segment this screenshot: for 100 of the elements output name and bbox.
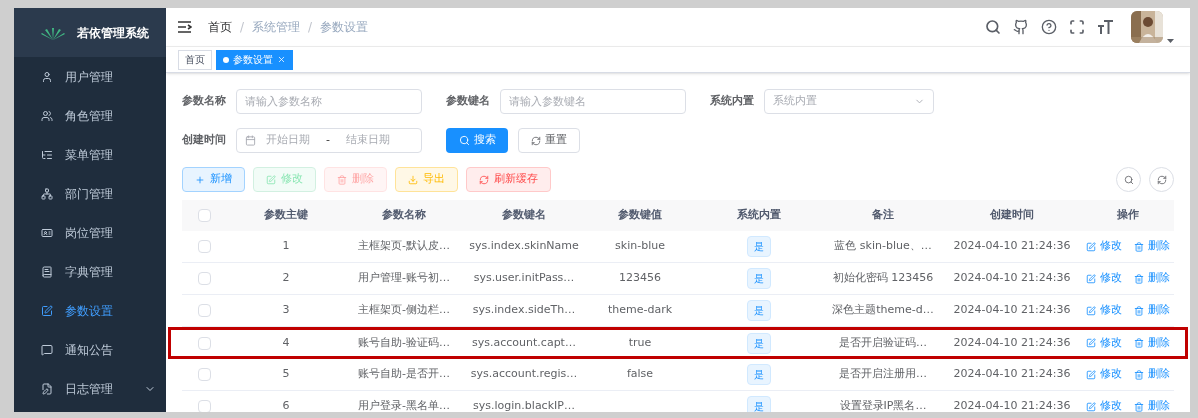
table-cell-text: 2024-04-10 21:24:36 [953,334,1071,351]
column-header: 备注 [872,207,894,224]
sidebar-item[interactable]: 参数设置 [14,291,166,330]
refresh-cache-button[interactable]: 刷新缓存 [466,167,551,192]
table-cell: 2024-04-10 21:24:36 [953,366,1071,383]
page-tab[interactable]: 参数设置 [216,49,293,70]
delete-link[interactable]: 删除 [1134,238,1170,255]
search-icon[interactable] [985,19,1001,35]
edit-link[interactable]: 修改 [1086,270,1122,287]
help-icon[interactable] [1041,19,1057,35]
table-cell: sys.index.sideTh… [472,302,576,319]
table-cell: sys.user.initPass… [473,270,575,287]
table-cell: sys.index.skinName [469,238,579,255]
column-header: 参数键名 [502,207,546,224]
trash-icon [1134,401,1144,412]
book-icon [41,265,53,278]
edit-icon [1086,401,1096,412]
breadcrumb-item: 参数设置 [320,19,369,36]
sidebar-item[interactable]: 角色管理 [14,96,166,135]
edit-link[interactable]: 修改 [1086,238,1122,255]
table-cell-text: 是否开启验证码… [839,334,927,351]
trash-icon [1134,273,1144,284]
search-icon [458,135,470,146]
table-cell: 1 [282,238,290,255]
builtin-tag: 是 [747,364,771,385]
table-cell: 5 [282,366,290,383]
sidebar-item[interactable]: 岗位管理 [14,213,166,252]
breadcrumb-item: 系统管理 [252,19,301,36]
font-size-icon[interactable] [1097,20,1113,34]
column-header: 参数键值 [618,207,662,224]
refresh-icon [1156,174,1167,185]
plus-icon [195,174,205,185]
date-range-field[interactable]: 开始日期 - 结束日期 [236,128,422,153]
breadcrumb-item[interactable]: 首页 [208,18,232,36]
reset-button[interactable]: 重置 [518,128,580,153]
column-header: 参数名称 [382,207,426,224]
sidebar-item[interactable]: 字典管理 [14,252,166,291]
row-checkbox[interactable] [197,400,211,412]
row-checkbox[interactable] [197,272,211,285]
menu-icon[interactable] [178,21,192,33]
sidebar-item[interactable]: 日志管理 [14,369,166,408]
row-checkbox[interactable] [197,336,211,350]
builtin-tag: 是 [747,300,771,321]
page-tab[interactable]: 首页 [178,49,212,70]
edit-icon [41,304,53,317]
delete-link[interactable]: 删除 [1134,270,1170,287]
table-cell: 2024-04-10 21:24:36 [953,398,1071,412]
filter-label: 创建时间 [182,132,227,149]
edit-link[interactable]: 修改 [1086,302,1122,319]
select-field[interactable]: 系统内置 [764,89,934,114]
row-checkbox[interactable] [197,368,211,381]
breadcrumb-separator: / [240,19,245,36]
table-cell: 主框架页-侧边栏… [358,302,450,319]
edit-icon [1086,305,1096,316]
trash-icon [1134,305,1144,316]
table-cell: 是否开启注册用… [839,366,927,383]
row-checkbox[interactable] [197,304,211,317]
row-checkbox[interactable] [197,240,211,253]
leaf-logo-icon [41,25,65,40]
delete-link[interactable]: 删除 [1134,334,1170,352]
table-cell: 2024-04-10 21:24:36 [953,238,1071,255]
edit-icon [1086,369,1096,380]
sidebar-item[interactable]: 菜单管理 [14,135,166,174]
table-cell: sys.login.blackIP… [473,398,575,412]
text-field[interactable]: 请输入参数键名 [500,89,686,114]
table-cell: 深色主题theme-d… [832,302,934,319]
delete-link[interactable]: 删除 [1134,366,1170,383]
table-cell: skin-blue [615,238,665,255]
builtin-tag: 是 [747,268,771,289]
add-button[interactable]: 新增 [182,167,245,192]
close-icon[interactable] [277,55,286,64]
user-icon [41,70,53,83]
table-cell: false [626,366,654,383]
table-cell: 6 [282,398,290,412]
fullscreen-icon[interactable] [1069,19,1085,35]
edit-icon [1086,241,1096,252]
sidebar-item[interactable]: 部门管理 [14,174,166,213]
github-icon[interactable] [1013,19,1029,35]
table-cell: 初始化密码 123456 [832,270,934,287]
edit-link[interactable]: 修改 [1086,334,1122,352]
sidebar-item[interactable]: 通知公告 [14,330,166,369]
refresh-icon [479,174,489,185]
table-cell: 3 [282,302,290,319]
row-checkbox[interactable] [197,209,211,222]
hierarchy-icon [41,187,53,200]
delete-link[interactable]: 删除 [1134,398,1170,412]
table-cell: 2024-04-10 21:24:36 [953,270,1071,287]
filter-label: 参数名称 [182,93,227,110]
users-icon [41,109,53,122]
trash-icon [1134,241,1144,252]
download-icon [408,174,418,185]
search-button[interactable]: 搜索 [446,128,508,153]
column-header: 参数主键 [264,207,308,224]
sidebar-item[interactable]: 用户管理 [14,57,166,96]
refresh-icon [531,135,541,146]
caret-icon[interactable] [1167,39,1174,43]
edit-link[interactable]: 修改 [1086,366,1122,383]
edit-link[interactable]: 修改 [1086,398,1122,412]
delete-link[interactable]: 删除 [1134,302,1170,319]
text-field[interactable]: 请输入参数名称 [236,89,422,114]
